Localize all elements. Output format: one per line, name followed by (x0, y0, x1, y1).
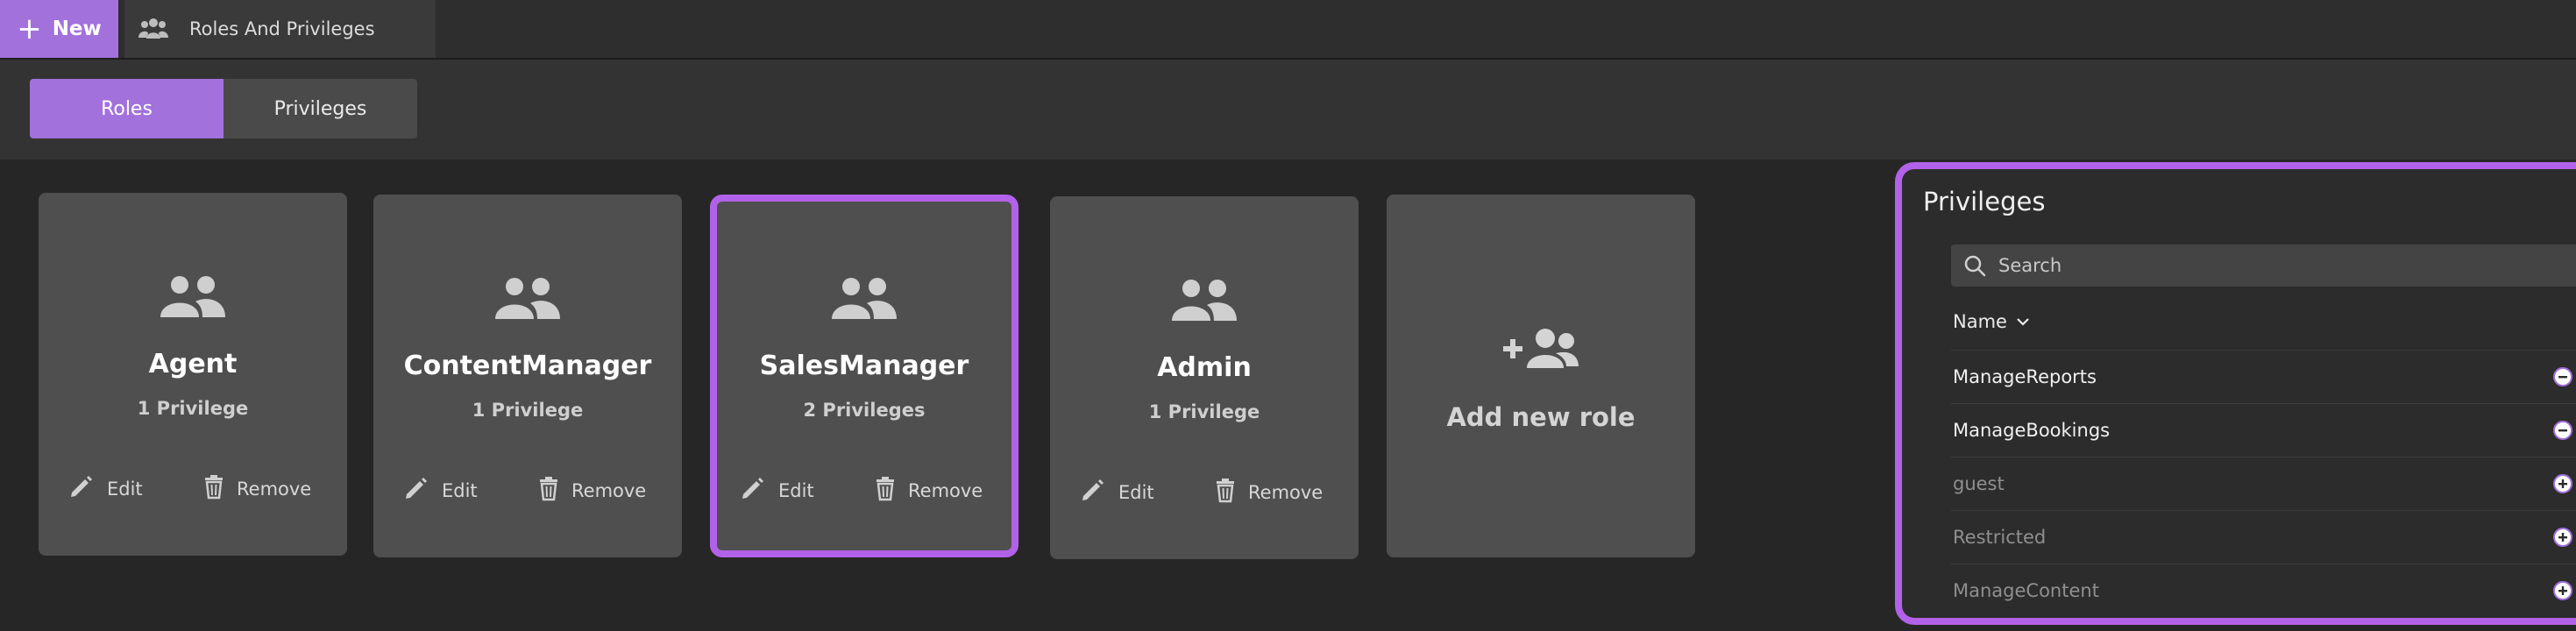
group-icon (39, 275, 347, 319)
privilege-row: ManageReports (1951, 350, 2576, 403)
name-column-header[interactable]: Name (1953, 311, 2030, 332)
plus-circle-icon[interactable] (2553, 581, 2572, 600)
edit-button[interactable]: Edit (68, 473, 143, 504)
privilege-name: guest (1953, 473, 2005, 494)
remove-label: Remove (1248, 481, 1323, 503)
trash-icon (1215, 477, 1236, 507)
remove-button[interactable]: Remove (538, 475, 646, 506)
edit-label: Edit (442, 479, 478, 501)
privilege-list: ManageReports ManageBookings guest Restrict… (1951, 350, 2576, 617)
role-name: SalesManager (759, 351, 969, 381)
trash-icon (203, 473, 224, 504)
group-icon (1050, 279, 1359, 323)
group-icon (373, 277, 682, 321)
plus-icon: + (17, 11, 42, 46)
role-card[interactable]: SalesManager 2 Privileges Edit Remove (710, 195, 1018, 557)
new-button[interactable]: + New (0, 0, 118, 58)
role-card[interactable]: Agent 1 Privilege Edit Remove (39, 193, 347, 556)
search-input[interactable] (1997, 254, 2526, 277)
trash-icon (875, 475, 896, 506)
remove-button[interactable]: Remove (1215, 477, 1323, 507)
remove-button[interactable]: Remove (203, 473, 311, 504)
trash-icon (538, 475, 559, 506)
privilege-row: ManageContent (1951, 564, 2576, 617)
remove-label: Remove (908, 479, 983, 501)
edit-button[interactable]: Edit (1080, 477, 1154, 507)
minus-circle-icon[interactable] (2553, 421, 2572, 440)
remove-label: Remove (237, 478, 312, 500)
role-name: Admin (1157, 352, 1252, 383)
view-switcher: Roles Privileges (30, 79, 417, 138)
privilege-name: ManageReports (1953, 366, 2097, 387)
role-privilege-count: 1 Privilege (472, 400, 584, 421)
pencil-icon (403, 475, 429, 506)
role-privilege-count: 1 Privilege (1148, 401, 1260, 422)
role-name: Agent (148, 349, 238, 379)
privilege-row: ManageBookings (1951, 403, 2576, 457)
privilege-name: ManageBookings (1953, 420, 2111, 441)
remove-button[interactable]: Remove (875, 475, 983, 506)
panel-title: Privileges (1923, 187, 2046, 216)
add-role-label: Add new role (1446, 402, 1636, 432)
group-icon (717, 277, 1011, 321)
role-card[interactable]: Admin 1 Privilege Edit Remove (1050, 196, 1359, 559)
edit-label: Edit (107, 478, 143, 500)
privilege-name: ManageContent (1953, 580, 2099, 601)
tab-roles[interactable]: Roles (30, 79, 224, 138)
plus-circle-icon[interactable] (2553, 528, 2572, 547)
role-privilege-count: 1 Privilege (137, 398, 249, 419)
chevron-down-icon (2017, 318, 2029, 326)
search-icon (1964, 255, 1986, 277)
privilege-name: Restricted (1953, 527, 2047, 548)
role-card[interactable]: ContentManager 1 Privilege Edit Remove (373, 195, 682, 557)
tab-label: Roles And Privileges (189, 18, 375, 39)
add-role-card[interactable]: Add new role (1387, 195, 1695, 557)
privileges-panel: Privileges Name ManageReports ManageBooki… (1895, 162, 2576, 625)
plus-circle-icon[interactable] (2553, 474, 2572, 493)
tab-roles-and-privileges[interactable]: Roles And Privileges (124, 0, 436, 58)
privilege-row: guest (1951, 457, 2576, 510)
group-icon (137, 12, 170, 46)
role-privilege-count: 2 Privileges (803, 400, 926, 421)
edit-button[interactable]: Edit (403, 475, 478, 506)
role-name: ContentManager (403, 351, 652, 381)
new-button-label: New (52, 18, 102, 40)
header-band: Roles Privileges (0, 60, 2576, 160)
tab-privileges[interactable]: Privileges (224, 79, 417, 138)
privilege-search (1951, 245, 2576, 287)
add-group-icon (1387, 326, 1695, 372)
minus-circle-icon[interactable] (2553, 367, 2572, 386)
remove-label: Remove (571, 479, 647, 501)
pencil-icon (1080, 477, 1106, 507)
edit-label: Edit (778, 479, 814, 501)
column-label: Name (1953, 311, 2007, 332)
top-tab-bar: + New Roles And Privileges (0, 0, 2576, 60)
edit-label: Edit (1118, 481, 1154, 503)
pencil-icon (740, 475, 766, 506)
pencil-icon (68, 473, 95, 504)
edit-button[interactable]: Edit (740, 475, 814, 506)
privilege-row: Restricted (1951, 510, 2576, 564)
